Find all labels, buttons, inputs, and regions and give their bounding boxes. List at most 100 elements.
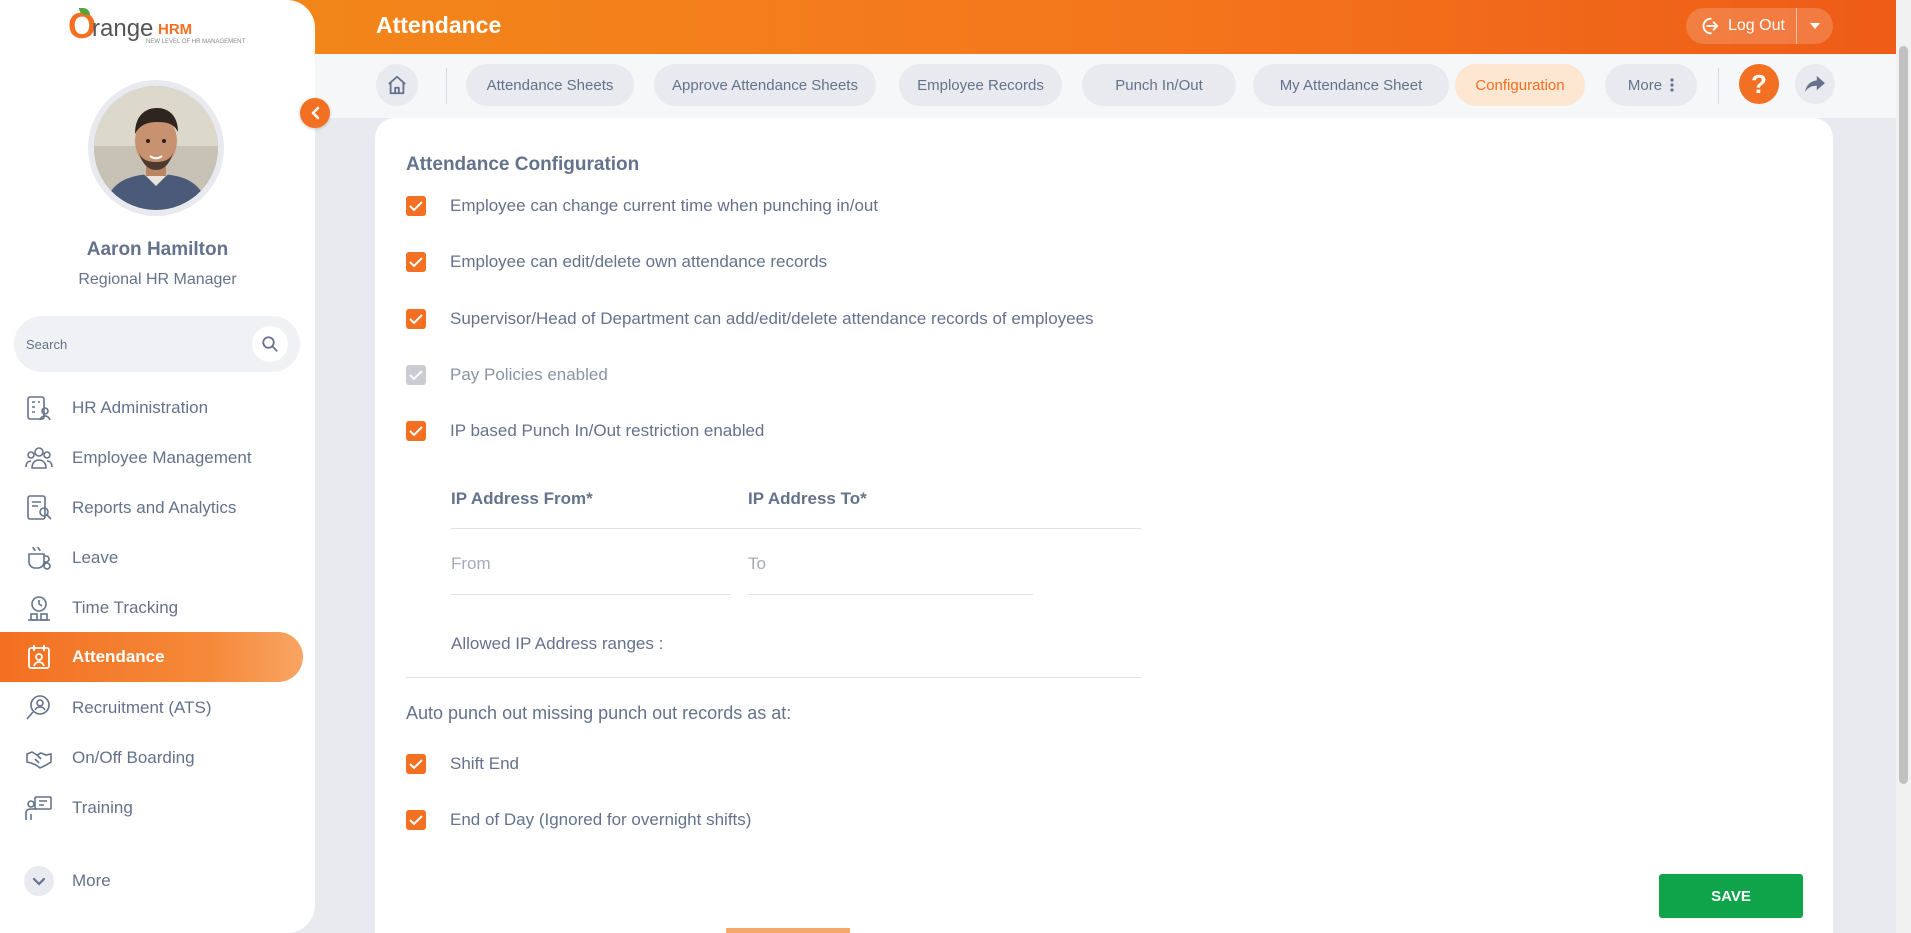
check-icon	[409, 200, 423, 211]
option-ip-restriction-checkbox[interactable]: IP based Punch In/Out restriction enable…	[406, 419, 764, 443]
onboarding-icon	[24, 743, 54, 773]
ip-from-input[interactable]	[451, 548, 731, 580]
tab-attendance-sheets[interactable]: Attendance Sheets	[466, 64, 634, 106]
sidebar-item-training[interactable]: Training	[0, 783, 303, 833]
save-button[interactable]: SAVE	[1659, 874, 1803, 918]
tab-configuration[interactable]: Configuration	[1455, 64, 1585, 106]
card-title: Attendance Configuration	[406, 154, 640, 175]
sidebar-search	[14, 316, 300, 372]
sidebar-item-employee-management[interactable]: Employee Management	[0, 433, 303, 483]
sidebar-item-label: HR Administration	[72, 398, 209, 417]
sidebar-more-button[interactable]: More	[24, 866, 111, 896]
check-icon	[409, 425, 423, 436]
time-tracking-icon	[24, 593, 54, 623]
logout-icon	[1702, 17, 1719, 35]
kebab-icon	[1670, 78, 1674, 92]
tab-more[interactable]: More	[1605, 64, 1697, 106]
sidebar-item-label: Recruitment (ATS)	[72, 698, 212, 717]
employee-management-icon	[24, 443, 54, 473]
logout-label: Log Out	[1728, 17, 1785, 34]
ip-to-input[interactable]	[748, 548, 1033, 580]
home-icon	[388, 75, 406, 95]
sidebar-item-time-tracking[interactable]: Time Tracking	[0, 583, 303, 633]
tab-label: Approve Attendance Sheets	[672, 76, 858, 94]
user-name: Aaron Hamilton	[86, 239, 229, 260]
logout-control: Log Out	[1686, 8, 1833, 44]
search-input[interactable]	[26, 330, 246, 358]
check-icon	[409, 313, 423, 324]
hr-admin-icon	[24, 393, 54, 423]
option-label: Supervisor/Head of Department can add/ed…	[450, 309, 1094, 328]
search-button[interactable]	[252, 326, 288, 362]
sidebar-item-attendance[interactable]: Attendance	[0, 632, 303, 682]
checkbox-checked[interactable]	[406, 309, 426, 329]
tab-label: More	[1627, 76, 1663, 94]
search-icon	[262, 336, 278, 352]
attendance-configuration-card: Attendance Configuration Employee can ch…	[375, 118, 1833, 933]
sidebar-item-label: Employee Management	[72, 448, 252, 467]
tab-punch-in-out[interactable]: Punch In/Out	[1082, 64, 1236, 106]
option-edit-own-records-checkbox[interactable]: Employee can edit/delete own attendance …	[406, 250, 827, 274]
ip-section-divider	[406, 677, 1141, 678]
chevron-left-icon	[311, 106, 320, 120]
option-change-time-checkbox[interactable]: Employee can change current time when pu…	[406, 194, 878, 218]
option-end-of-day-checkbox[interactable]: End of Day (Ignored for overnight shifts…	[406, 808, 751, 832]
home-button[interactable]	[376, 64, 418, 106]
logout-button[interactable]: Log Out	[1686, 8, 1796, 44]
option-supervisor-records-checkbox[interactable]: Supervisor/Head of Department can add/ed…	[406, 307, 1094, 331]
tab-label: Punch In/Out	[1115, 76, 1203, 94]
scrollbar-thumb[interactable]	[1899, 46, 1908, 784]
checkbox-disabled	[406, 365, 426, 385]
avatar-photo	[94, 86, 218, 210]
bottom-indicator	[726, 928, 850, 933]
checkbox-checked[interactable]	[406, 810, 426, 830]
sidebar: O range HRM NEW LEVEL OF HR MANAGEMENT A…	[0, 0, 315, 933]
tab-my-attendance-sheet[interactable]: My Attendance Sheet	[1253, 64, 1449, 106]
tab-employee-records[interactable]: Employee Records	[899, 64, 1062, 106]
option-label: IP based Punch In/Out restriction enable…	[450, 421, 765, 440]
required-mark: *	[586, 489, 593, 508]
checkbox-checked[interactable]	[406, 754, 426, 774]
sidebar-item-label: On/Off Boarding	[72, 748, 195, 767]
checkbox-checked[interactable]	[406, 196, 426, 216]
allowed-ip-ranges-label: Allowed IP Address ranges :	[451, 634, 664, 653]
sidebar-item-leave[interactable]: Leave	[0, 533, 303, 583]
auto-punch-out-label: Auto punch out missing punch out records…	[406, 703, 792, 723]
tab-label: Employee Records	[917, 76, 1044, 94]
check-icon	[409, 758, 423, 769]
sidebar-item-recruitment[interactable]: Recruitment (ATS)	[0, 683, 303, 733]
logout-dropdown-button[interactable]	[1797, 8, 1833, 44]
caret-down-icon	[1810, 23, 1820, 29]
ip-from-label: IP Address From*	[451, 489, 593, 509]
tab-approve-attendance-sheets[interactable]: Approve Attendance Sheets	[654, 64, 876, 106]
option-label: Employee can edit/delete own attendance …	[450, 252, 828, 271]
share-button[interactable]	[1795, 64, 1835, 104]
sidebar-item-reports-and-analytics[interactable]: Reports and Analytics	[0, 483, 303, 533]
sidebar-item-label: Leave	[72, 548, 119, 567]
recruitment-icon	[24, 693, 54, 723]
chevron-down-icon	[24, 866, 54, 896]
sidebar-collapse-button[interactable]	[300, 98, 330, 128]
required-mark: *	[860, 489, 867, 508]
module-tabs-bar: Attendance Sheets Approve Attendance She…	[315, 54, 1896, 118]
check-icon	[409, 256, 423, 267]
share-arrow-icon	[1805, 75, 1825, 93]
subnav-divider	[1718, 68, 1719, 104]
ip-from-underline	[451, 594, 731, 595]
attendance-icon	[24, 642, 54, 672]
orangehrm-logo[interactable]: O range HRM NEW LEVEL OF HR MANAGEMENT	[68, 8, 248, 48]
help-button[interactable]: ?	[1739, 64, 1779, 104]
option-shift-end-checkbox[interactable]: Shift End	[406, 752, 519, 776]
option-label: Pay Policies enabled	[450, 365, 608, 384]
check-icon	[409, 369, 423, 380]
question-icon: ?	[1751, 68, 1767, 99]
sidebar-item-hr-administration[interactable]: HR Administration	[0, 383, 303, 433]
sidebar-item-on-off-boarding[interactable]: On/Off Boarding	[0, 733, 303, 783]
sidebar-item-label: Reports and Analytics	[72, 498, 237, 517]
checkbox-checked[interactable]	[406, 252, 426, 272]
ip-header-divider	[451, 528, 1141, 529]
checkbox-checked[interactable]	[406, 421, 426, 441]
page-scrollbar[interactable]	[1896, 0, 1911, 933]
avatar[interactable]	[88, 80, 224, 216]
sidebar-more-label: More	[72, 871, 111, 890]
